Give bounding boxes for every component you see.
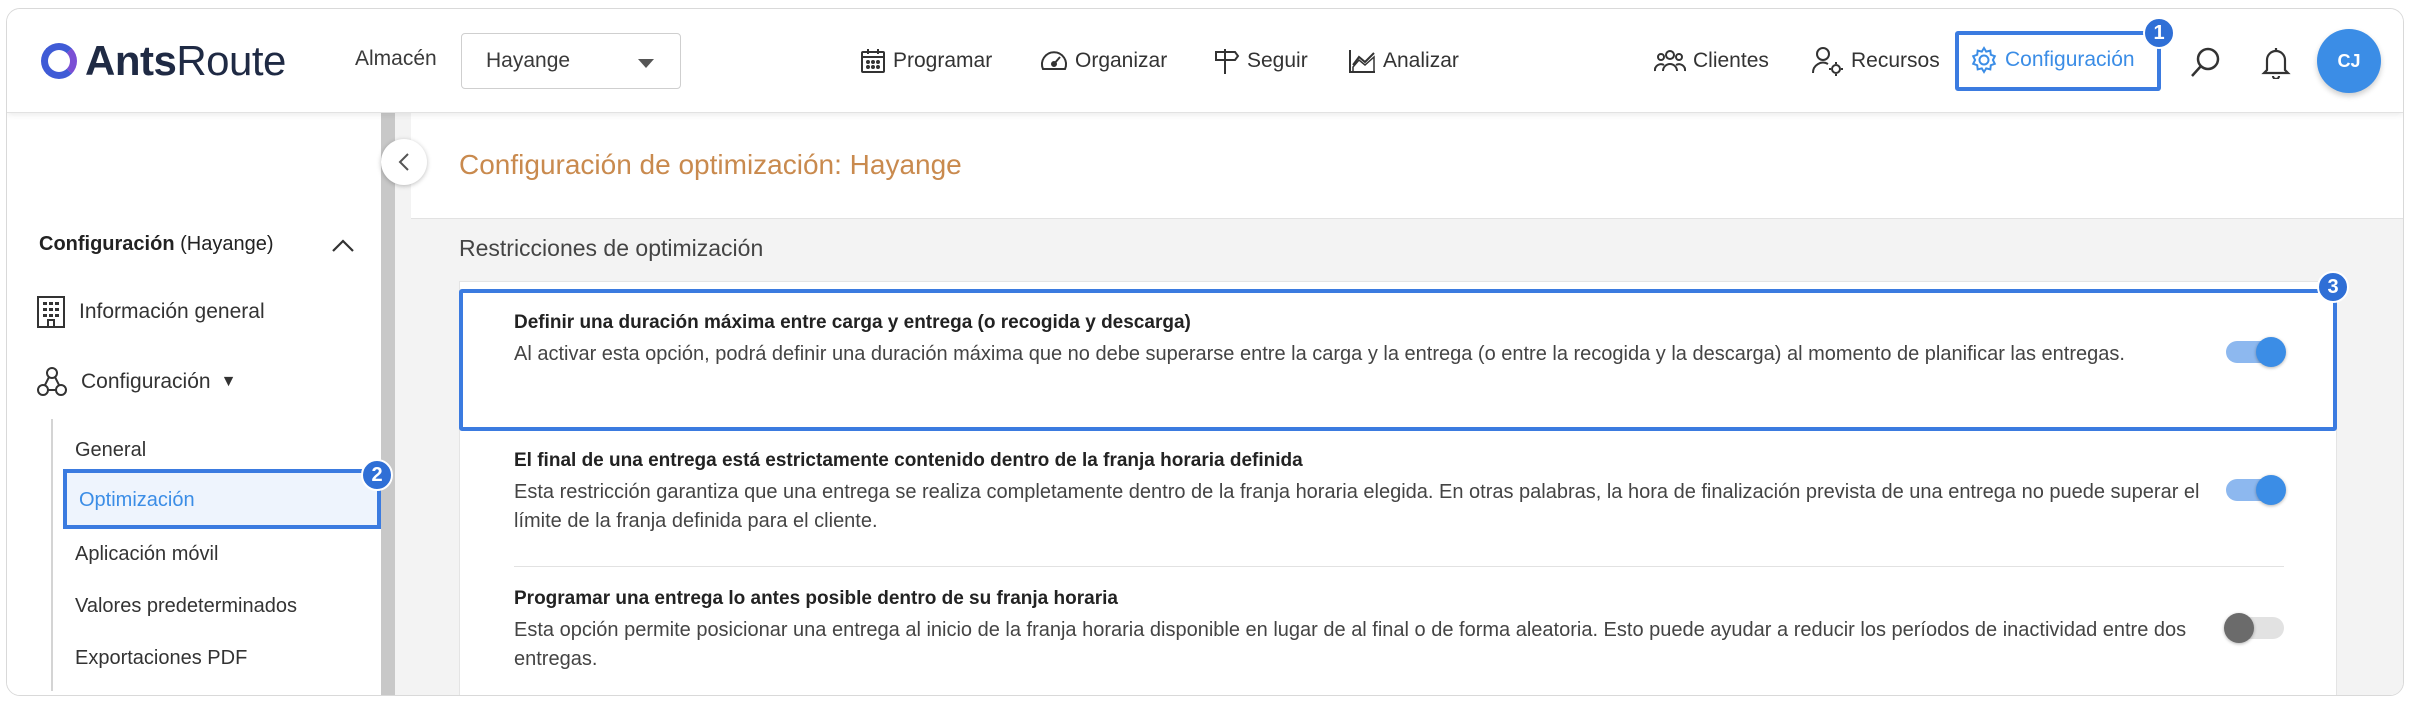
logo-icon (41, 43, 77, 79)
option-description: Esta opción permite posicionar una entre… (514, 619, 2187, 670)
nav-clientes[interactable]: Clientes (1653, 45, 1769, 77)
brand-logo[interactable]: AntsRoute (41, 37, 286, 85)
sidebar-header-warehouse: (Hayange) (174, 233, 274, 255)
users-icon (1653, 50, 1687, 72)
option-title: Programar una entrega lo antes posible d… (514, 588, 1118, 609)
submenu-item-valores[interactable]: Valores predeterminados (75, 595, 297, 618)
nav-seguir-label: Seguir (1247, 49, 1308, 72)
brand-name-light: Route (176, 37, 286, 84)
warehouse-selected-value: Hayange (486, 49, 571, 72)
chevron-up-icon[interactable] (331, 239, 355, 258)
nav-configuracion-label: Configuración (2005, 48, 2135, 71)
step-badge-2: 2 (361, 459, 393, 491)
chart-line-icon (1349, 50, 1375, 73)
nav-clientes-label: Clientes (1693, 49, 1769, 72)
nav-organizar-label: Organizar (1075, 49, 1168, 72)
caret-down-icon: ▼ (220, 373, 237, 390)
signpost-icon (1215, 49, 1240, 74)
notifications-button[interactable] (2261, 45, 2291, 84)
option-toggle-asap[interactable] (2224, 613, 2284, 643)
option-row: Programar una entrega lo antes posible d… (514, 588, 2314, 674)
step-badge-1: 1 (2143, 17, 2175, 49)
nav-recursos[interactable]: Recursos (1811, 45, 1940, 77)
search-button[interactable] (2189, 45, 2223, 84)
sidebar-header[interactable]: Configuración (Hayange) (39, 233, 273, 256)
app-window: AntsRoute Almacén Hayange Programar Orga… (6, 8, 2404, 696)
chevron-down-icon (638, 59, 654, 68)
bell-icon (2261, 48, 2291, 81)
warehouse-label: Almacén (355, 47, 437, 70)
nav-analizar[interactable]: Analizar (1347, 45, 1459, 77)
row-divider (514, 566, 2284, 567)
sidebar-item-info[interactable]: Información general (35, 295, 265, 329)
nav-organizar[interactable]: Organizar (1039, 45, 1167, 77)
page-title: Configuración de optimización: Hayange (459, 149, 962, 180)
submenu-item-pdf[interactable]: Exportaciones PDF (75, 647, 247, 670)
building-icon (37, 296, 65, 328)
submenu-item-movil[interactable]: Aplicación móvil (75, 543, 218, 566)
sidebar-item-info-label: Información general (79, 300, 265, 323)
sidebar-header-title: Configuración (39, 233, 175, 255)
nav-recursos-label: Recursos (1851, 49, 1940, 72)
chevron-left-icon (398, 153, 409, 171)
brand-name-bold: Ants (85, 37, 177, 84)
submenu-item-optimizacion[interactable]: Optimización (63, 469, 381, 529)
nav-seguir[interactable]: Seguir (1211, 45, 1308, 77)
warehouse-select[interactable]: Hayange (461, 33, 681, 89)
submenu-item-optimizacion-label: Optimización (79, 489, 195, 511)
submenu-guide-line (51, 419, 53, 691)
top-bar: AntsRoute Almacén Hayange Programar Orga… (7, 9, 2403, 113)
calendar-icon (861, 49, 885, 73)
option-description: Esta restricción garantiza que una entre… (514, 481, 2200, 532)
option-toggle-timeslot-end[interactable] (2226, 475, 2286, 505)
nav-analizar-label: Analizar (1383, 49, 1459, 72)
gear-icon (1971, 46, 1997, 74)
nav-configuracion[interactable]: Configuración (1955, 31, 2161, 91)
section-title: Restricciones de optimización (459, 235, 764, 261)
cubes-icon (37, 367, 67, 396)
nav-programar-label: Programar (893, 49, 993, 72)
page-header: Configuración de optimización: Hayange (411, 113, 2403, 219)
user-avatar[interactable]: CJ (2317, 29, 2381, 93)
search-icon (2191, 47, 2220, 77)
sidebar-scrollbar[interactable] (381, 113, 395, 695)
gauge-icon (1041, 51, 1067, 70)
user-gear-icon (1811, 47, 1843, 76)
sidebar-item-configuracion[interactable]: Configuración ▼ (35, 365, 236, 399)
submenu-item-general[interactable]: General (75, 439, 146, 462)
option-title: El final de una entrega está estrictamen… (514, 450, 1303, 471)
sidebar-item-configuracion-label: Configuración (81, 370, 211, 393)
nav-programar[interactable]: Programar (859, 45, 992, 77)
step-badge-3: 3 (2317, 271, 2349, 303)
option-row: El final de una entrega está estrictamen… (514, 450, 2314, 536)
collapse-sidebar-button[interactable] (381, 139, 427, 185)
highlighted-option (459, 289, 2337, 431)
